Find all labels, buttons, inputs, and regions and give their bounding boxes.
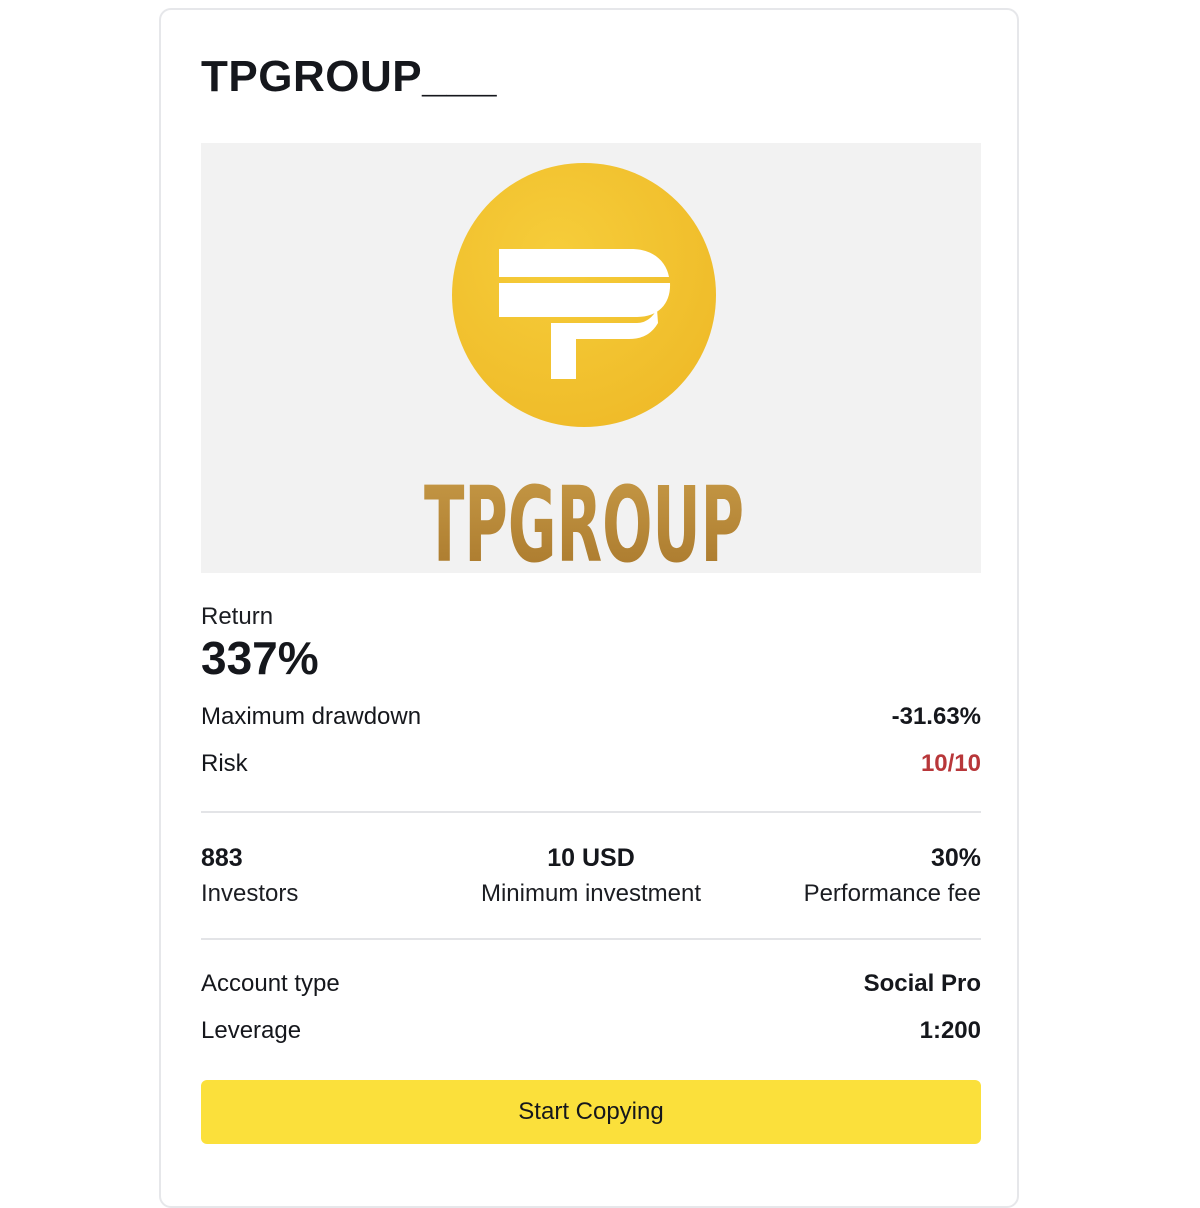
- account-type-label: Account type: [201, 970, 340, 997]
- strategy-banner: TPGROUP: [201, 143, 981, 573]
- risk-label: Risk: [201, 750, 248, 777]
- performance-fee-stat: 30% Performance fee: [804, 843, 981, 909]
- return-label: Return: [201, 603, 274, 630]
- investors-value: 883: [201, 844, 243, 872]
- leverage-row: Leverage 1:200: [201, 1017, 981, 1045]
- strategy-title: TPGROUP___: [201, 52, 497, 101]
- max-drawdown-label: Maximum drawdown: [201, 703, 422, 730]
- min-investment-value: 10 USD: [547, 844, 635, 872]
- leverage-label: Leverage: [201, 1017, 302, 1044]
- risk-value: 10/10: [920, 750, 981, 777]
- max-drawdown-row: Maximum drawdown -31.63%: [201, 703, 981, 731]
- min-investment-stat: 10 USD Minimum investment: [481, 843, 701, 909]
- risk-row: Risk 10/10: [201, 750, 981, 778]
- investors-label: Investors: [201, 880, 299, 907]
- max-drawdown-value: -31.63%: [891, 703, 981, 730]
- account-type-value: Social Pro: [863, 970, 981, 997]
- strategy-card: TPGROUP___ TPGROUP Return 337% Maximum d…: [159, 8, 1019, 1208]
- performance-fee-value: 30%: [930, 844, 981, 872]
- logo-wordmark: TPGROUP: [424, 464, 744, 573]
- leverage-value: 1:200: [919, 1017, 981, 1044]
- investors-stat: 883 Investors: [201, 843, 298, 909]
- return-value: 337%: [201, 632, 319, 684]
- performance-fee-label: Performance fee: [803, 880, 981, 907]
- divider: [201, 811, 981, 813]
- start-copying-button[interactable]: Start Copying: [201, 1080, 981, 1144]
- divider: [201, 938, 981, 940]
- tpgroup-logo: TPGROUP: [424, 163, 744, 573]
- account-type-row: Account type Social Pro: [201, 970, 981, 998]
- stats-row: 883 Investors 10 USD Minimum investment …: [201, 843, 981, 913]
- min-investment-label: Minimum investment: [480, 880, 702, 907]
